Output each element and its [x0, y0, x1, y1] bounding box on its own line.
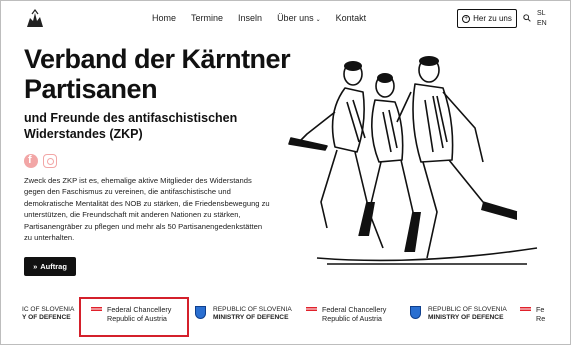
nav-inseln[interactable]: Inseln	[238, 13, 262, 23]
slo-1-line1: REPUBLIC OF SLOVENIA	[213, 306, 292, 313]
double-chevron-icon: »	[33, 262, 38, 271]
slovenia-logo-partial-left: IC OF SLOVENIA Y OF DEFENCE	[22, 306, 74, 322]
language-switcher: SL EN	[537, 9, 547, 29]
nav-ueber-uns-label: Über uns	[277, 13, 314, 23]
lang-sl[interactable]: SL	[537, 9, 547, 19]
cta-button[interactable]: + Her zu uns	[457, 9, 517, 28]
slo-2-line2: MINISTRY OF DEFENCE	[428, 314, 504, 321]
slovenia-logo-2[interactable]: REPUBLIC OF SLOVENIA MINISTRY OF DEFENCE	[428, 306, 507, 322]
nav-ueber-uns[interactable]: Über uns ⌄	[277, 13, 321, 23]
slovenia-logo-1[interactable]: REPUBLIC OF SLOVENIA MINISTRY OF DEFENCE	[213, 306, 292, 322]
social-links	[24, 154, 57, 168]
page-subtitle: und Freunde des antifaschistischen Wider…	[24, 111, 238, 141]
austria-logo-2[interactable]: Federal Chancellery Republic of Austria	[306, 305, 386, 323]
slo-partial-line1: IC OF SLOVENIA	[22, 306, 75, 313]
aut-partial-line2: Re	[536, 314, 546, 323]
austria-flag-icon	[306, 307, 317, 311]
description-text: Zweck des ZKP ist es, ehemalige aktive M…	[24, 176, 270, 243]
page-title: Verband der Kärntner Partisanen	[24, 44, 291, 104]
facebook-icon[interactable]	[24, 154, 38, 168]
chevron-down-icon: ⌄	[315, 17, 321, 23]
slo-1-line2: MINISTRY OF DEFENCE	[213, 314, 289, 321]
nav-kontakt[interactable]: Kontakt	[336, 13, 367, 23]
auftrag-button[interactable]: » Auftrag	[24, 257, 76, 276]
lang-en[interactable]: EN	[537, 19, 547, 29]
aut-2-line2: Republic of Austria	[322, 314, 382, 323]
auftrag-label: Auftrag	[40, 262, 67, 271]
monument-illustration	[288, 56, 538, 265]
slo-partial-line2: Y OF DEFENCE	[22, 314, 71, 321]
aut-2-line1: Federal Chancellery	[322, 305, 387, 314]
nav-termine[interactable]: Termine	[191, 13, 223, 23]
austria-logo-partial-right[interactable]: Fe Re	[520, 305, 545, 323]
slovenia-shield-icon	[410, 306, 421, 319]
instagram-icon[interactable]	[43, 154, 57, 168]
logo-icon[interactable]	[24, 8, 46, 30]
austria-flag-icon	[520, 307, 531, 311]
nav-home[interactable]: Home	[152, 13, 176, 23]
aut-partial-line1: Fe	[536, 305, 545, 314]
highlight-box	[79, 297, 189, 337]
cta-label: Her zu uns	[473, 14, 512, 23]
user-circle-icon: +	[462, 14, 471, 23]
search-icon[interactable]	[523, 14, 531, 22]
slovenia-shield-icon	[195, 306, 206, 319]
slo-2-line1: REPUBLIC OF SLOVENIA	[428, 306, 507, 313]
main-nav: Home Termine Inseln Über uns ⌄ Kontakt	[152, 13, 381, 23]
